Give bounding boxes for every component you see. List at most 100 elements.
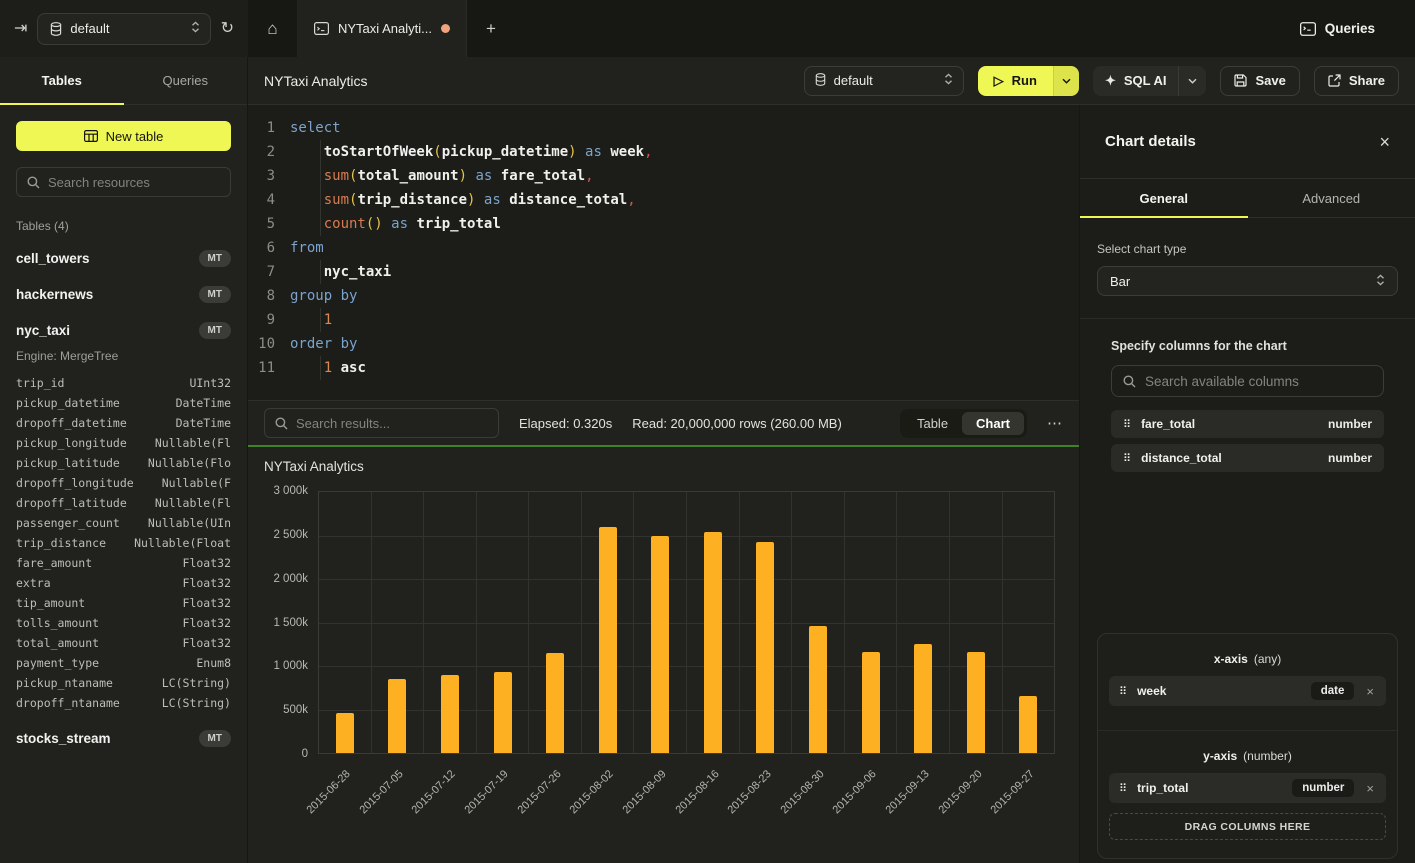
code-line[interactable]: 5 count() as trip_total (248, 212, 1079, 236)
bar-2015-09-06[interactable] (862, 652, 880, 753)
table-item[interactable]: hackernewsMT (16, 283, 231, 305)
bar-2015-08-30[interactable] (809, 626, 827, 753)
save-button[interactable]: Save (1220, 66, 1299, 96)
code-line[interactable]: 3 sum(total_amount) as fare_total, (248, 164, 1079, 188)
code-line[interactable]: 11 1 asc (248, 356, 1079, 380)
code-line[interactable]: 1select (248, 116, 1079, 140)
remove-icon[interactable]: × (1364, 781, 1376, 796)
drag-columns-drop-zone[interactable]: DRAG COLUMNS HERE (1109, 813, 1386, 840)
line-number: 11 (248, 356, 275, 380)
terminal-icon (314, 22, 329, 35)
x-tick-label: 2015-07-26 (515, 768, 563, 816)
chart-y-axis: 3 000k2 500k2 000k1 500k1 000k500k0 (248, 491, 308, 754)
tab-nytaxi-analytics[interactable]: NYTaxi Analyti... (298, 0, 467, 57)
results-search[interactable] (264, 408, 499, 438)
results-search-input[interactable] (296, 416, 488, 431)
more-options-icon[interactable]: ⋯ (1047, 414, 1063, 432)
table-item[interactable]: cell_towersMT (16, 247, 231, 269)
indent-guide (320, 140, 321, 164)
view-toggle: Table Chart (900, 409, 1027, 438)
new-table-button[interactable]: New table (16, 121, 231, 151)
run-options-button[interactable] (1053, 66, 1079, 96)
bar-2015-08-02[interactable] (599, 527, 617, 753)
home-tab[interactable]: ⌂ (248, 0, 298, 57)
view-toggle-chart[interactable]: Chart (962, 412, 1024, 435)
columns-search-input[interactable] (1145, 374, 1372, 389)
bar-2015-08-23[interactable] (756, 542, 774, 753)
available-column-fare_total[interactable]: ⠿fare_totalnumber (1111, 410, 1384, 438)
tab-advanced[interactable]: Advanced (1248, 179, 1415, 217)
new-tab-button[interactable]: + (467, 0, 515, 57)
drag-handle-icon[interactable]: ⠿ (1119, 686, 1127, 697)
bar-2015-07-26[interactable] (546, 653, 564, 753)
bar-2015-08-09[interactable] (651, 536, 669, 753)
column-type: Nullable(Fl (155, 433, 231, 453)
query-actions: default ▷ Run ✦ SQL AI (804, 66, 1399, 96)
bar-2015-09-27[interactable] (1019, 696, 1037, 753)
bar-2015-06-28[interactable] (336, 713, 354, 753)
bar-2015-07-12[interactable] (441, 675, 459, 753)
chart-slot (582, 492, 635, 753)
sql-ai-options-button[interactable] (1178, 66, 1206, 96)
code-line[interactable]: 9 1 (248, 308, 1079, 332)
bar-2015-07-19[interactable] (494, 672, 512, 753)
view-toggle-table[interactable]: Table (903, 412, 962, 435)
code-line[interactable]: 7 nyc_taxi (248, 260, 1079, 284)
bar-2015-07-05[interactable] (388, 679, 406, 753)
sidebar-tab-queries[interactable]: Queries (124, 57, 248, 104)
table-item[interactable]: stocks_streamMT (16, 727, 231, 749)
sidebar-search-input[interactable] (48, 175, 220, 190)
column-row: tolls_amountFloat32 (16, 613, 231, 633)
query-database-value: default (834, 73, 873, 88)
column-name: tip_amount (16, 593, 85, 613)
columns-search[interactable] (1111, 365, 1384, 397)
available-column-distance_total[interactable]: ⠿distance_totalnumber (1111, 444, 1384, 472)
y-axis-section: y-axis(number) ⠿trip_totalnumber× DRAG C… (1098, 731, 1397, 858)
available-column-name: distance_total (1141, 451, 1222, 465)
sidebar-tab-tables[interactable]: Tables (0, 57, 124, 104)
column-name: trip_distance (16, 533, 106, 553)
code-line[interactable]: 10order by (248, 332, 1079, 356)
code-line[interactable]: 6from (248, 236, 1079, 260)
chart-type-select[interactable]: Bar (1097, 266, 1398, 296)
drag-handle-icon[interactable]: ⠿ (1119, 783, 1127, 794)
bar-2015-08-16[interactable] (704, 532, 722, 753)
database-selector[interactable]: default (37, 13, 210, 45)
column-row: pickup_datetimeDateTime (16, 393, 231, 413)
query-title: NYTaxi Analytics (264, 73, 367, 89)
axis-item-trip_total[interactable]: ⠿trip_totalnumber× (1109, 773, 1386, 803)
tab-general[interactable]: General (1080, 179, 1248, 217)
collapse-sidebar-icon[interactable]: ⇥ (14, 21, 27, 37)
tables-list: cell_towersMThackernewsMTnyc_taxiMTEngin… (16, 247, 231, 749)
query-database-selector[interactable]: default (804, 66, 964, 96)
table-item[interactable]: nyc_taxiMT (16, 319, 231, 341)
sql-ai-button[interactable]: ✦ SQL AI (1093, 73, 1179, 89)
column-name: dropoff_datetime (16, 413, 127, 433)
column-type: Nullable(Fl (155, 493, 231, 513)
refresh-icon[interactable]: ↻ (221, 21, 234, 37)
column-type: Enum8 (196, 653, 231, 673)
x-axis-section: x-axis(any) ⠿weekdate× (1098, 634, 1397, 731)
sql-editor[interactable]: 1select2 toStartOfWeek(pickup_datetime) … (248, 105, 1079, 400)
column-name: pickup_latitude (16, 453, 120, 473)
code-line[interactable]: 4 sum(trip_distance) as distance_total, (248, 188, 1079, 212)
code-line[interactable]: 8group by (248, 284, 1079, 308)
remove-icon[interactable]: × (1364, 684, 1376, 699)
play-icon: ▷ (994, 73, 1004, 89)
bar-2015-09-20[interactable] (967, 652, 985, 753)
code-line[interactable]: 2 toStartOfWeek(pickup_datetime) as week… (248, 140, 1079, 164)
run-button[interactable]: ▷ Run (978, 66, 1053, 96)
topbar-left: ⇥ default ↻ (0, 0, 248, 57)
y-tick-label: 1 500k (273, 617, 308, 629)
bar-2015-09-13[interactable] (914, 644, 932, 753)
chart-slot (477, 492, 530, 753)
queries-button[interactable]: Queries (1288, 0, 1415, 57)
column-row: dropoff_latitudeNullable(Fl (16, 493, 231, 513)
columns-section-label: Specify columns for the chart (1111, 339, 1384, 353)
axis-item-week[interactable]: ⠿weekdate× (1109, 676, 1386, 706)
drag-handle-icon[interactable]: ⠿ (1123, 419, 1131, 430)
drag-handle-icon[interactable]: ⠿ (1123, 453, 1131, 464)
sidebar-search[interactable] (16, 167, 231, 197)
share-button[interactable]: Share (1314, 66, 1399, 96)
close-icon[interactable]: × (1379, 133, 1390, 151)
